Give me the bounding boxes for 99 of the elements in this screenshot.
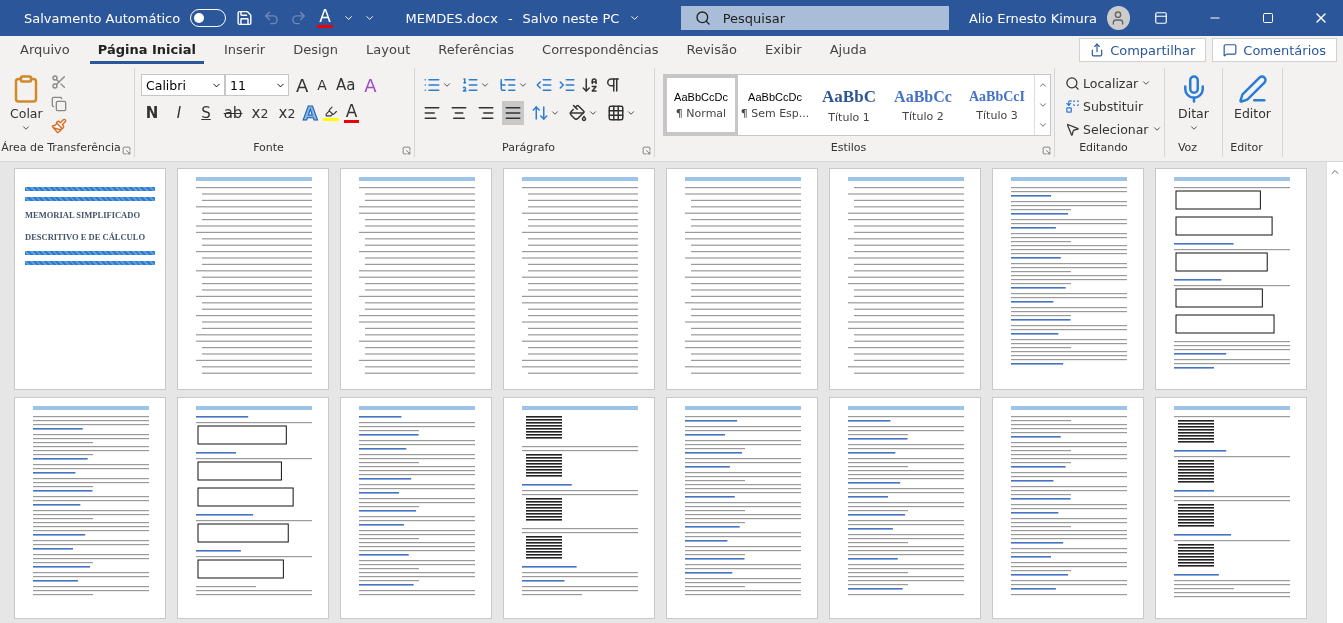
sort-icon[interactable] (581, 76, 599, 94)
paint-bucket-icon (569, 104, 587, 122)
dialog-launcher-icon[interactable] (1042, 146, 1051, 155)
scroll-up-icon[interactable] (1037, 80, 1048, 90)
ribbon-tab[interactable]: Design (285, 42, 347, 64)
select-button[interactable]: Selecionar (1065, 118, 1162, 140)
align-icon (450, 104, 468, 122)
search-placeholder: Pesquisar (722, 10, 785, 26)
style-item[interactable]: AaBbCc Título 2 (886, 75, 960, 135)
comment-icon (1223, 43, 1238, 57)
pilcrow-icon[interactable] (604, 76, 622, 94)
caret-icon (442, 80, 452, 90)
find-button[interactable]: Localizar (1065, 72, 1152, 94)
dialog-launcher-icon[interactable] (402, 146, 411, 155)
search-icon (1065, 75, 1080, 91)
document-name: MEMDES.docx (405, 10, 498, 26)
document-title-text: DESCRITIVO E DE CÁLCULO (25, 232, 146, 242)
style-item[interactable]: AaBbCcDc ¶ Normal (664, 75, 738, 135)
caret-icon (1151, 124, 1162, 134)
decrease-indent-icon[interactable] (535, 76, 553, 94)
caret-icon (550, 108, 560, 118)
style-item[interactable]: AaBbCcI Título 3 (960, 75, 1034, 135)
underline-button[interactable]: S (195, 101, 217, 125)
undo-icon[interactable] (263, 9, 281, 27)
align-icon (504, 104, 522, 122)
caret-icon (1141, 78, 1152, 88)
user-name: Alio Ernesto Kimura (968, 10, 1098, 26)
change-case-button[interactable]: Aa (333, 73, 358, 97)
maximize-icon[interactable] (1261, 12, 1274, 24)
scroll-down-icon[interactable] (1037, 100, 1048, 110)
dialog-launcher-icon[interactable] (122, 146, 131, 155)
format-painter-icon[interactable] (50, 118, 67, 134)
caret-icon (21, 123, 32, 133)
save-icon[interactable] (236, 9, 254, 27)
replace-button[interactable]: Substituir (1065, 95, 1144, 117)
redo-icon[interactable] (290, 9, 308, 27)
group-label: Editando (1079, 141, 1128, 156)
paste-button[interactable]: Colar (6, 72, 47, 135)
font-color-button[interactable]: A (317, 8, 333, 28)
title-separator: - (507, 10, 513, 26)
line-spacing-icon (531, 104, 549, 122)
caret-icon (1188, 123, 1199, 133)
align-button[interactable] (502, 101, 524, 125)
search-field[interactable]: Pesquisar (680, 6, 949, 30)
font-color-button[interactable]: A (343, 103, 360, 123)
comments-button[interactable]: Comentários (1212, 38, 1337, 62)
align-icon (423, 104, 441, 122)
bullet-list-icon (423, 76, 441, 94)
italic-button[interactable]: I (168, 101, 190, 125)
caret-icon (480, 80, 490, 90)
ribbon-tab[interactable]: Layout (358, 42, 419, 64)
ribbon-tab[interactable]: Revisão (678, 42, 745, 64)
strike-button[interactable]: ab (222, 101, 244, 125)
caret-icon (518, 80, 528, 90)
group-label: Voz (1177, 141, 1198, 156)
ribbon-display-icon[interactable] (1154, 11, 1169, 25)
share-icon (1090, 43, 1105, 57)
caret-icon (626, 108, 636, 118)
shrink-font-button[interactable]: A (315, 73, 329, 97)
pointer-icon (1065, 121, 1080, 137)
group-label: Fonte (253, 141, 284, 156)
numbered-list-icon (461, 76, 479, 94)
group-label: Área de Transferência (1, 141, 121, 156)
style-item[interactable]: AaBbC Título 1 (812, 75, 886, 135)
group-label: Estilos (830, 141, 867, 156)
group-label: Parágrafo (502, 141, 555, 156)
ribbon-tab[interactable]: Inserir (216, 42, 274, 64)
group-label: Editor (1230, 141, 1263, 156)
bold-button[interactable]: N (141, 101, 163, 125)
autosave-label: Salvamento Automático (24, 10, 181, 26)
search-icon (694, 10, 711, 26)
tree-list-icon (499, 76, 517, 94)
style-item[interactable]: AaBbCcDc ¶ Sem Esp... (738, 75, 812, 135)
dictate-button[interactable]: Ditar (1174, 72, 1213, 135)
replace-icon (1065, 98, 1080, 114)
font-name-field[interactable]: Calibri (141, 74, 225, 96)
ribbon-tab[interactable]: Ajuda (821, 42, 875, 64)
more-icon[interactable] (1037, 120, 1048, 130)
editor-button[interactable]: Editor (1230, 72, 1275, 123)
grow-font-button[interactable]: A (294, 73, 311, 97)
copy-icon[interactable] (50, 96, 67, 112)
highlighter-icon[interactable] (322, 105, 339, 121)
clear-formatting-button[interactable]: A (362, 73, 379, 97)
ribbon-tab[interactable]: Exibir (756, 42, 810, 64)
font-size-field[interactable]: 11 (225, 74, 289, 96)
increase-indent-icon[interactable] (558, 76, 576, 94)
ribbon-tab[interactable]: Arquivo (12, 42, 78, 64)
pen-icon (1237, 74, 1268, 104)
ribbon-tab[interactable]: Correspondências (534, 42, 667, 64)
grid-icon (607, 104, 625, 122)
caret-icon (588, 108, 598, 118)
cut-icon[interactable] (50, 74, 67, 90)
share-button[interactable]: Compartilhar (1079, 38, 1207, 62)
avatar[interactable] (1107, 6, 1130, 30)
dialog-launcher-icon[interactable] (642, 146, 651, 155)
align-icon (477, 104, 495, 122)
ribbon-tab[interactable]: Referências (430, 42, 523, 64)
save-status: Salvo neste PC (522, 10, 620, 26)
document-title-text: MEMORIAL SIMPLIFICADO (25, 210, 140, 220)
